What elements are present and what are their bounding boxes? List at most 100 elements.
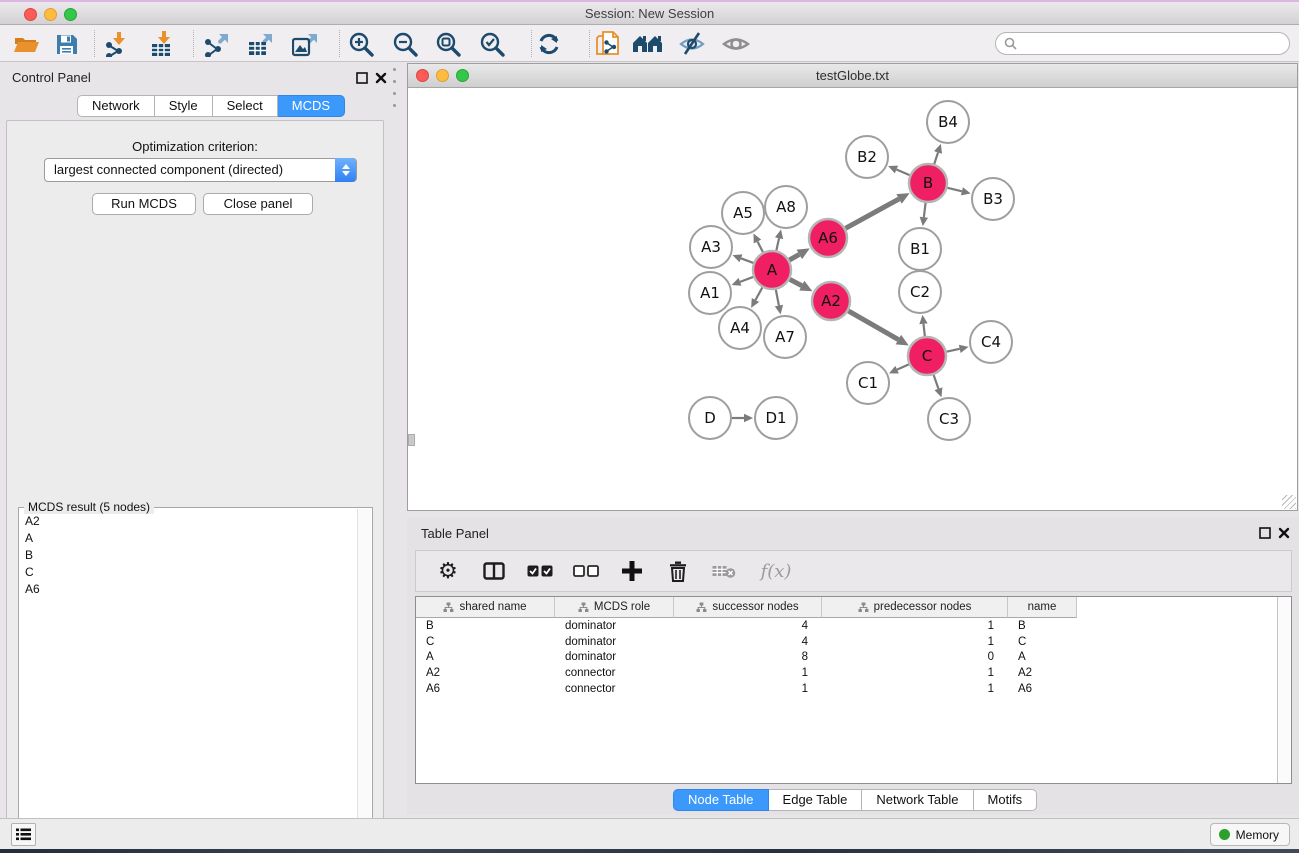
zoom-in-button[interactable] xyxy=(345,30,377,58)
table-row[interactable]: A2connector11A2 xyxy=(416,665,1276,681)
tab-node-table[interactable]: Node Table xyxy=(673,789,769,811)
hierarchy-sort-icon xyxy=(578,602,589,613)
table-scrollbar[interactable] xyxy=(1277,597,1291,783)
edge-C-C4[interactable] xyxy=(947,349,960,352)
column-header-name[interactable]: name xyxy=(1008,597,1077,618)
splitter-handle-dot[interactable] xyxy=(393,92,396,95)
tab-style[interactable]: Style xyxy=(155,95,213,117)
show-panel-button[interactable] xyxy=(720,30,752,58)
network-frame-side-handle[interactable] xyxy=(408,434,415,446)
mcds-result-item[interactable]: B xyxy=(20,546,358,563)
zoom-out-icon xyxy=(392,31,419,58)
close-panel-button[interactable]: Close panel xyxy=(203,193,313,215)
edge-A-A6[interactable] xyxy=(789,254,799,260)
tab-mcds[interactable]: MCDS xyxy=(278,95,345,117)
float-table-panel-icon[interactable] xyxy=(1259,526,1271,538)
import-table-button[interactable] xyxy=(147,30,179,58)
tab-edge-table[interactable]: Edge Table xyxy=(769,789,863,811)
export-network-button[interactable] xyxy=(201,30,233,58)
task-history-button[interactable] xyxy=(11,823,36,846)
table-row[interactable]: Cdominator41C xyxy=(416,634,1276,650)
clone-network-button[interactable] xyxy=(592,30,624,58)
close-window-button[interactable] xyxy=(24,8,37,21)
column-header-shared-name[interactable]: shared name xyxy=(416,597,555,618)
splitter-handle-dot[interactable] xyxy=(393,80,396,83)
home-view-button[interactable] xyxy=(632,30,664,58)
open-session-button[interactable] xyxy=(10,30,42,58)
zoom-out-button[interactable] xyxy=(389,30,421,58)
main-titlebar[interactable]: Session: New Session xyxy=(0,2,1299,25)
edge-A-A8[interactable] xyxy=(776,238,779,250)
zoom-window-button[interactable] xyxy=(64,8,77,21)
tab-select[interactable]: Select xyxy=(213,95,278,117)
optimization-criterion-select[interactable]: largest connected component (directed) xyxy=(44,158,357,182)
mcds-result-item[interactable]: A6 xyxy=(20,580,358,597)
search-field-container xyxy=(995,32,1290,55)
minimize-window-button[interactable] xyxy=(44,8,57,21)
column-header-successor-nodes[interactable]: successor nodes xyxy=(674,597,822,618)
export-image-button[interactable] xyxy=(289,30,321,58)
edge-C-C3[interactable] xyxy=(934,375,939,389)
hide-panel-button[interactable] xyxy=(676,30,708,58)
network-graph[interactable]: B4B2BB3A8A5A6A3B1AA1C2A2A4A7C4CC1C3DD1 xyxy=(408,89,1297,510)
close-table-panel-icon[interactable] xyxy=(1278,526,1290,538)
export-table-button[interactable] xyxy=(245,30,277,58)
delete-table-button[interactable] xyxy=(710,557,738,585)
tab-motifs[interactable]: Motifs xyxy=(974,789,1038,811)
edge-A6-B[interactable] xyxy=(846,199,900,228)
function-builder-button[interactable]: f(x) xyxy=(756,557,796,585)
network-window-resize-grip[interactable] xyxy=(1282,495,1296,509)
zoom-network-window-button[interactable] xyxy=(456,69,469,82)
edge-A-A3[interactable] xyxy=(741,258,753,263)
table-settings-button[interactable]: ⚙ xyxy=(434,557,462,585)
memory-button[interactable]: Memory xyxy=(1210,823,1290,846)
edge-B-B3[interactable] xyxy=(947,188,962,192)
edge-A-A1[interactable] xyxy=(740,277,753,282)
import-network-button[interactable] xyxy=(102,30,134,58)
mcds-result-item[interactable]: A2 xyxy=(20,512,358,529)
mcds-list-scrollbar[interactable] xyxy=(357,509,371,849)
network-window-titlebar[interactable]: testGlobe.txt xyxy=(408,64,1297,88)
mcds-result-item[interactable]: A xyxy=(20,529,358,546)
table-row[interactable]: A6connector11A6 xyxy=(416,681,1276,697)
edge-B-B2[interactable] xyxy=(896,170,909,176)
edge-C-C2[interactable] xyxy=(923,324,924,336)
delete-column-button[interactable] xyxy=(664,557,692,585)
edge-B-B4[interactable] xyxy=(934,152,938,164)
edge-A2-C[interactable] xyxy=(848,311,898,340)
edge-B-B1[interactable] xyxy=(924,203,926,217)
select-all-button[interactable] xyxy=(526,557,554,585)
mcds-result-item[interactable]: C xyxy=(20,563,358,580)
deselect-all-button[interactable] xyxy=(572,557,600,585)
edge-A-A2[interactable] xyxy=(790,279,802,285)
float-panel-icon[interactable] xyxy=(356,71,368,83)
network-canvas[interactable]: B4B2BB3A8A5A6A3B1AA1C2A2A4A7C4CC1C3DD1 xyxy=(408,89,1297,510)
zoom-selected-button[interactable] xyxy=(476,30,508,58)
split-columns-button[interactable] xyxy=(480,557,508,585)
column-header-MCDS-role[interactable]: MCDS role xyxy=(555,597,674,618)
arrowhead-icon xyxy=(961,187,971,195)
graph-node-label: C1 xyxy=(858,374,878,392)
run-mcds-button[interactable]: Run MCDS xyxy=(92,193,196,215)
splitter-handle-dot[interactable] xyxy=(393,104,396,107)
search-input[interactable] xyxy=(1022,37,1289,51)
edge-A-A4[interactable] xyxy=(755,288,762,300)
table-cell: B xyxy=(1008,620,1077,632)
refresh-view-button[interactable] xyxy=(533,30,565,58)
edge-A-A7[interactable] xyxy=(776,290,779,306)
save-session-button[interactable] xyxy=(50,30,82,58)
zoom-fit-button[interactable] xyxy=(432,30,464,58)
tab-network-table[interactable]: Network Table xyxy=(862,789,973,811)
mcds-result-list[interactable]: A2ABCA6 xyxy=(20,512,358,597)
tab-network[interactable]: Network xyxy=(77,95,155,117)
table-row[interactable]: Bdominator41B xyxy=(416,618,1276,634)
minimize-network-window-button[interactable] xyxy=(436,69,449,82)
table-row[interactable]: Adominator80A xyxy=(416,650,1276,666)
add-column-button[interactable] xyxy=(618,557,646,585)
splitter-handle-dot[interactable] xyxy=(393,68,396,71)
edge-A-A5[interactable] xyxy=(758,242,763,253)
close-panel-icon[interactable] xyxy=(375,71,387,83)
close-network-window-button[interactable] xyxy=(416,69,429,82)
edge-C-C1[interactable] xyxy=(897,364,909,369)
column-header-predecessor-nodes[interactable]: predecessor nodes xyxy=(822,597,1008,618)
